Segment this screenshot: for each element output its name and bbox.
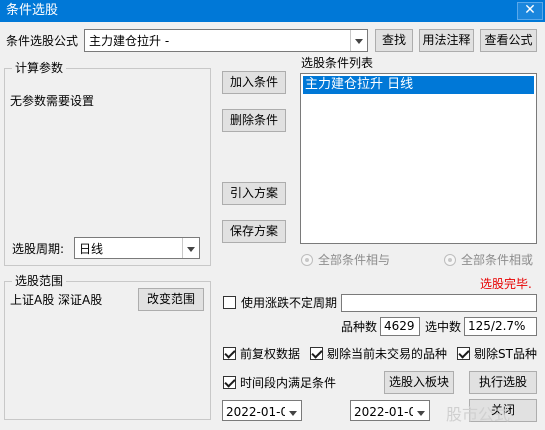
chevron-down-icon[interactable]: [413, 401, 429, 420]
period-label: 选股周期:: [12, 242, 65, 256]
params-title: 计算参数: [12, 60, 67, 76]
exclude-untraded-checkbox[interactable]: [310, 347, 323, 360]
or-radio[interactable]: [444, 254, 456, 266]
list-item[interactable]: 主力建仓拉升 日线: [303, 76, 534, 94]
range-value: 上证A股 深证A股: [10, 293, 103, 307]
view-formula-button[interactable]: 查看公式: [480, 29, 537, 52]
end-date-picker[interactable]: 2022-01-04: [350, 400, 430, 421]
exclude-untraded-label: 剔除当前未交易的品种: [327, 347, 448, 361]
status-text: 选股完毕.: [480, 277, 532, 291]
chevron-down-icon[interactable]: [285, 401, 301, 420]
condition-list-title: 选股条件列表: [301, 56, 374, 70]
range-group: 选股范围 上证A股 深证A股 改变范围: [4, 273, 211, 420]
formula-label: 条件选股公式: [6, 34, 79, 48]
fq-checkbox[interactable]: [223, 347, 236, 360]
formula-combo[interactable]: 主力建仓拉升 -: [84, 29, 368, 52]
time-range-label: 时间段内满足条件: [240, 376, 337, 390]
chevron-down-icon[interactable]: [182, 238, 199, 258]
close-icon[interactable]: ✕: [517, 2, 543, 20]
selected-value: 125/2.7%: [464, 317, 537, 336]
watermark: 股市公式: [446, 405, 511, 424]
add-condition-button[interactable]: 加入条件: [222, 71, 286, 94]
delete-condition-button[interactable]: 删除条件: [222, 109, 286, 132]
formula-value: 主力建仓拉升 -: [89, 34, 170, 48]
and-radio-label: 全部条件相与: [318, 253, 391, 267]
usage-button[interactable]: 用法注释: [419, 29, 474, 52]
add-to-block-button[interactable]: 选股入板块: [384, 371, 454, 394]
period-combo[interactable]: 日线: [74, 237, 200, 259]
irregular-period-checkbox[interactable]: [223, 296, 236, 309]
irregular-period-input[interactable]: [341, 294, 537, 312]
selected-label: 选中数: [425, 320, 462, 334]
time-range-checkbox[interactable]: [223, 376, 236, 389]
chevron-down-icon[interactable]: [350, 30, 367, 51]
and-radio[interactable]: [301, 254, 313, 266]
params-none-text: 无参数需要设置: [10, 94, 95, 108]
find-button[interactable]: 查找: [375, 29, 413, 52]
change-range-button[interactable]: 改变范围: [138, 288, 204, 311]
exclude-st-checkbox[interactable]: [457, 347, 470, 360]
exclude-st-label: 剔除ST品种: [474, 347, 537, 361]
irregular-period-label: 使用涨跌不定周期: [241, 296, 338, 310]
title-bar: 条件选股 ✕: [0, 0, 545, 22]
count-label: 品种数: [341, 320, 378, 334]
range-title: 选股范围: [12, 273, 67, 289]
fq-label: 前复权数据: [240, 347, 301, 361]
start-date-picker[interactable]: 2022-01-04: [222, 400, 302, 421]
or-radio-label: 全部条件相或: [461, 253, 534, 267]
window-title: 条件选股: [6, 3, 59, 18]
count-value: 4629: [380, 317, 420, 336]
params-group: 计算参数 无参数需要设置 选股周期: 日线: [4, 60, 211, 266]
period-value: 日线: [79, 242, 104, 256]
import-plan-button[interactable]: 引入方案: [222, 182, 286, 205]
execute-button[interactable]: 执行选股: [469, 371, 537, 394]
save-plan-button[interactable]: 保存方案: [222, 220, 286, 243]
condition-listbox[interactable]: 主力建仓拉升 日线: [300, 73, 537, 244]
